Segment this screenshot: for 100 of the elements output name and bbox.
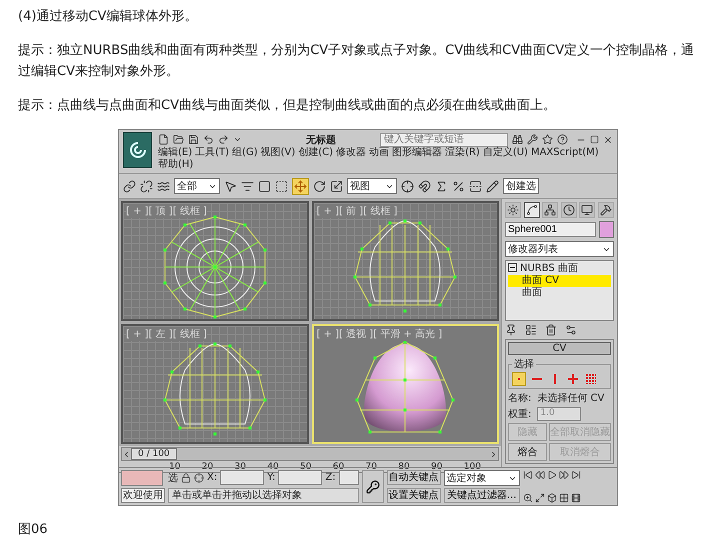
zoom-icon[interactable]	[522, 493, 533, 503]
object-name-field[interactable]: Sphere001	[505, 222, 596, 237]
menu-item[interactable]: 图形编辑器	[392, 147, 442, 159]
time-slider-thumb[interactable]: 0 / 100	[131, 448, 177, 460]
menu-item[interactable]: 视图(V)	[260, 147, 296, 159]
stack-item[interactable]: 曲面	[508, 287, 611, 299]
key-icon	[366, 480, 380, 494]
undo-icon[interactable]	[203, 134, 214, 145]
set-key-button[interactable]: 设置关键点	[386, 488, 441, 503]
app-logo-icon[interactable]	[123, 132, 152, 168]
panel-tab[interactable]	[598, 202, 614, 218]
skip-back-icon[interactable]	[522, 470, 533, 480]
next-frame-icon[interactable]	[558, 470, 569, 480]
panel-tab[interactable]	[560, 202, 577, 218]
trash-icon[interactable]	[545, 324, 557, 336]
close-icon[interactable]	[603, 134, 613, 144]
skip-forward-icon[interactable]	[570, 470, 581, 480]
menu-item[interactable]: 渲染(R)	[445, 147, 480, 159]
selection-filter-dropdown[interactable]: 全部	[174, 178, 220, 194]
z-field[interactable]	[338, 470, 359, 485]
previous-frame-icon[interactable]	[534, 470, 545, 480]
snap-icon[interactable]	[418, 180, 431, 192]
pin-icon[interactable]	[505, 324, 517, 336]
rotate-icon[interactable]	[313, 180, 326, 192]
redo-icon[interactable]	[218, 134, 229, 145]
grid-icon[interactable]	[558, 493, 569, 503]
selection-level-button[interactable]	[566, 372, 580, 386]
key-filters-button[interactable]: 关键点过滤器...	[444, 488, 520, 503]
cv-selection-icon	[586, 374, 596, 384]
menu-item[interactable]: 帮助(H)	[158, 159, 194, 171]
key-target-dropdown[interactable]: 选定对象	[444, 470, 520, 486]
menu-item[interactable]: 工具(T)	[195, 147, 230, 159]
named-selection-field[interactable]: 创建选	[503, 178, 539, 194]
unlink-icon[interactable]	[140, 180, 153, 192]
name-value: 未选择任何 CV	[537, 392, 604, 405]
box-icon[interactable]	[546, 493, 557, 503]
selection-level-button[interactable]	[584, 372, 598, 386]
lock-icon[interactable]	[181, 472, 191, 482]
window-title: 无标题	[306, 134, 336, 146]
stack-item[interactable]: NURBS 曲面	[508, 263, 611, 275]
time-slider[interactable]: 0 / 100	[121, 447, 499, 461]
menu-item[interactable]: 动画	[369, 147, 390, 159]
search-field[interactable]: 键入关键字或短语	[380, 132, 508, 146]
save-icon[interactable]	[188, 134, 199, 145]
percent-snap-icon[interactable]	[452, 180, 465, 192]
panel-tab[interactable]	[579, 202, 596, 218]
cv-selection-icon	[568, 374, 578, 384]
menu-item[interactable]: 组(G)	[232, 147, 258, 159]
panel-tab[interactable]	[524, 202, 540, 218]
caret-icon[interactable]	[233, 135, 242, 144]
link-icon[interactable]	[123, 180, 136, 192]
panel-tab[interactable]	[542, 202, 558, 218]
figure-caption: 图06	[18, 521, 49, 538]
new-file-icon[interactable]	[158, 134, 169, 145]
chevron-left-icon[interactable]	[122, 450, 131, 458]
rollout-button[interactable]: 熔合	[508, 443, 547, 461]
chevron-right-icon[interactable]	[489, 450, 498, 458]
menu-item[interactable]: 自定义(U)	[482, 147, 528, 159]
coordinate-system-dropdown[interactable]: 视图	[347, 178, 397, 194]
tip-paragraph: 提示：独立NURBS曲线和曲面有两种类型，分别为CV子对象或点子对象。CV曲线和CV曲面CV定义一个控制晶格，通过编辑CV来控制对象外形。	[18, 42, 696, 81]
maximize-icon[interactable]	[590, 135, 599, 144]
menu-item[interactable]: 创建(C)	[298, 147, 334, 159]
selection-lock-label: 选	[168, 472, 178, 484]
rectangle-selection-icon[interactable]	[258, 180, 271, 192]
scale-icon[interactable]	[330, 180, 343, 192]
x-field[interactable]	[220, 470, 264, 485]
select-icon[interactable]	[224, 180, 237, 192]
y-field[interactable]	[278, 470, 322, 485]
film-icon[interactable]	[570, 493, 581, 503]
collapse-icon[interactable]	[508, 263, 517, 272]
binoculars-icon[interactable]	[512, 134, 523, 145]
stack-item[interactable]: 曲面 CV	[508, 275, 611, 287]
monitor-icon	[581, 204, 594, 216]
pencil-icon[interactable]	[486, 180, 499, 192]
select-by-name-icon[interactable]	[241, 180, 254, 192]
tip-paragraph: 提示：点曲线与点曲面和CV曲线与曲面类似，但是控制曲线或曲面的点必须在曲线或曲面上。	[18, 97, 557, 115]
hammer-icon	[600, 204, 612, 216]
waves-icon[interactable]	[157, 180, 170, 192]
panel-tab[interactable]	[505, 202, 521, 218]
rollout-title[interactable]: CV	[508, 342, 611, 355]
modifier-list-dropdown[interactable]: 修改器列表	[505, 241, 614, 257]
zoom-extents-icon[interactable]	[534, 493, 545, 503]
menu-item[interactable]: MAXScript(M)	[530, 147, 599, 159]
key-button[interactable]	[362, 470, 384, 503]
open-folder-icon[interactable]	[173, 134, 184, 145]
star-icon[interactable]	[542, 134, 553, 145]
auto-key-button[interactable]: 自动关键点	[386, 470, 441, 485]
window-crossing-icon[interactable]	[275, 180, 288, 192]
name-label: 名称:	[508, 392, 532, 405]
object-color-swatch[interactable]	[599, 221, 614, 238]
welcome-field: 欢迎使用	[121, 488, 165, 503]
play-icon[interactable]	[546, 470, 557, 480]
clock-icon	[562, 204, 575, 216]
weight-label: 权重:	[508, 408, 532, 421]
help-icon[interactable]	[557, 134, 568, 145]
sun-icon	[507, 204, 519, 216]
menu-item[interactable]: 修改器	[336, 147, 366, 159]
menu-item[interactable]: 编辑(E)	[158, 147, 192, 159]
step-heading: (4)通过移动CV编辑球体外形。	[18, 8, 198, 26]
wrench-icon[interactable]	[527, 134, 538, 145]
